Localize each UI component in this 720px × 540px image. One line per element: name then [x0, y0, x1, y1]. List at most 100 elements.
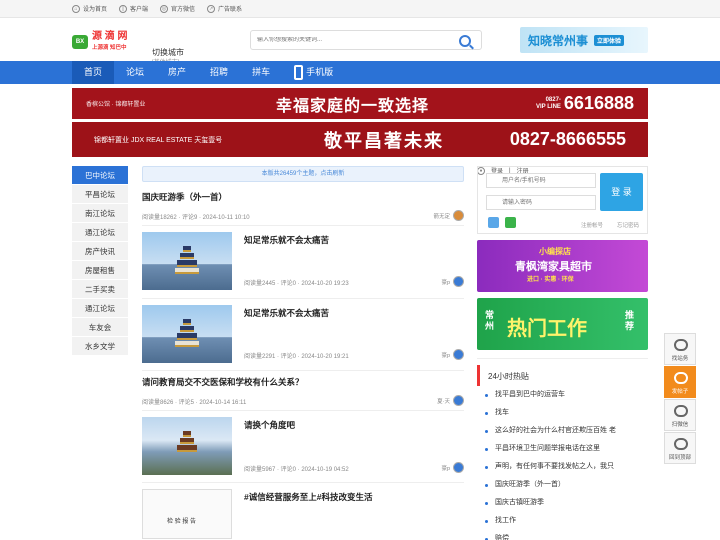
post-author[interactable]: 豪p [441, 276, 464, 287]
nav-forum[interactable]: 论坛 [114, 61, 156, 84]
list-item[interactable]: 找工作 [477, 512, 648, 530]
post-meta: 阅读量18262 · 评论9 · 2024-10-11 10:10 [142, 215, 250, 221]
nav-jobs[interactable]: 招聘 [198, 61, 240, 84]
side-ad-1-line1: 小编探店 [539, 247, 571, 256]
search-input[interactable] [257, 37, 447, 43]
sidebar-item-property-news[interactable]: 房产快讯 [72, 242, 128, 261]
forgot-password-link[interactable]: 忘记密码 [617, 221, 639, 229]
side-ad-2-line1: 常州 [485, 310, 495, 331]
post-author[interactable]: 豪p [441, 349, 464, 360]
ad-icon: ↗ [207, 4, 216, 13]
list-item[interactable]: 声明，有任何事不要找发帖之人，我只 [477, 458, 648, 476]
post-thumbnail[interactable] [142, 417, 232, 475]
client-link[interactable]: ▯ 客户端 [119, 4, 148, 13]
float-scan-wechat[interactable]: 扫微信 [664, 399, 696, 431]
post-author[interactable]: 箭无定 [433, 210, 464, 221]
home-icon: ⌂ [72, 4, 80, 13]
sidebar-item-literature[interactable]: 水乡文学 [72, 337, 128, 356]
register-account-link[interactable]: 注册帐号 [581, 221, 603, 229]
list-item[interactable]: 知足常乐就不会太痛苦 阅读量2445 · 评论0 · 2024-10-20 19… [142, 226, 464, 299]
post-title[interactable]: #诚信经营服务至上#科技改变生活 [244, 491, 372, 503]
refresh-notice[interactable]: 本版共26459个主题，点击刷新 [142, 166, 464, 182]
login-button[interactable]: 登 录 [600, 173, 643, 211]
header-banner[interactable]: 知晓常州事 立即体验 [520, 27, 648, 53]
nav-property[interactable]: 房产 [156, 61, 198, 84]
temple-icon [175, 319, 199, 347]
sidebar-item-car-club[interactable]: 车友会 [72, 318, 128, 337]
wechat-link[interactable]: ◎ 官方微信 [160, 4, 195, 13]
post-title[interactable]: 国庆旺游季（外一首） [142, 191, 227, 203]
post-thumbnail[interactable] [142, 232, 232, 290]
report-title: 检 验 报 告 [167, 519, 197, 525]
main-nav: 首页 论坛 房产 招聘 拼车 手机版 [0, 61, 720, 84]
list-item[interactable]: 请换个角度吧 阅读量5967 · 评论0 · 2024-10-19 04:52 … [142, 411, 464, 483]
post-author[interactable]: 豪p [441, 462, 464, 473]
nav-mobile[interactable]: 手机版 [282, 61, 345, 84]
side-ad-jobs[interactable]: 常州 热门工作 推荐 [477, 298, 648, 350]
list-item[interactable]: 知足常乐就不会太痛苦 阅读量2291 · 评论0 · 2024-10-20 19… [142, 299, 464, 371]
sidebar-item-bazhong[interactable]: 巴中论坛 [72, 166, 128, 185]
side-ad-2-line3: 推荐 [625, 310, 635, 331]
side-ad-1-line3: 进口 · 实惠 · 环保 [527, 277, 574, 283]
ad1-slogan: 幸福家庭的一致选择 [276, 97, 430, 115]
nav-home[interactable]: 首页 [72, 61, 115, 84]
sidebar-item-tongjiang-2[interactable]: 通江论坛 [72, 299, 128, 318]
site-logo[interactable]: BX 源 滴 网上源滴 知巴中 [72, 29, 142, 55]
phone-icon: ▯ [119, 4, 128, 13]
avatar [453, 395, 464, 406]
post-title[interactable]: 知足常乐就不会太痛苦 [244, 307, 329, 319]
banner-ad-1[interactable]: 香槟公馆 · 锦都轩置业 幸福家庭的一致选择 0827- VIP LINE 6616… [72, 88, 648, 119]
logo-name: 源 滴 网 [92, 30, 128, 42]
post-list: 本版共26459个主题，点击刷新 国庆旺游季（外一首） 阅读量18262 · 评… [142, 166, 464, 539]
headset-icon [674, 339, 688, 351]
post-title[interactable]: 请换个角度吧 [244, 419, 295, 431]
sidebar-item-pingchang[interactable]: 平昌论坛 [72, 185, 128, 204]
sidebar-item-nanjiang[interactable]: 南江论坛 [72, 204, 128, 223]
avatar [453, 210, 464, 221]
wechat-login-icon[interactable] [505, 217, 516, 228]
side-ad-store[interactable]: 小编探店 青枫湾家具超市 进口 · 实惠 · 环保 [477, 240, 648, 292]
avatar [453, 276, 464, 287]
float-contact-staff[interactable]: 找站务 [664, 333, 696, 365]
list-item[interactable]: 找平昌到巴中的运营车 [477, 386, 648, 404]
password-field[interactable] [486, 195, 596, 210]
list-item[interactable]: 赔偿 [477, 530, 648, 540]
post-author[interactable]: 夏·天 [437, 395, 464, 406]
list-item[interactable]: 找车 [477, 404, 648, 422]
list-item[interactable]: 平昌环境卫生问题举报电话在这里 [477, 440, 648, 458]
list-item[interactable]: 请问教育局交不交医保和学校有什么关系？ 阅读量8626 · 评论5 · 2024… [142, 371, 464, 411]
sidebar-item-secondhand[interactable]: 二手买卖 [72, 280, 128, 299]
avatar [453, 462, 464, 473]
side-ad-1-line2: 青枫湾家具超市 [515, 261, 592, 273]
username-field[interactable] [486, 173, 596, 188]
list-item[interactable]: 这么好的社会为什么村官还欺压百姓 老 [477, 422, 648, 440]
qq-icon[interactable] [488, 217, 499, 228]
ad-contact-link[interactable]: ↗ 广告联系 [207, 4, 242, 13]
nav-carpool[interactable]: 拼车 [240, 61, 282, 84]
ad2-phone: 0827-8666555 [509, 129, 626, 149]
top-bar: ⌂ 设为首页 ▯ 客户端 ◎ 官方微信 ↗ 广告联系 ● 登录 | 注册 [0, 0, 720, 175]
post-meta: 阅读量5967 · 评论0 · 2024-10-19 04:52 [244, 467, 349, 473]
login-panel: 登 录 注册帐号 忘记密码 [477, 166, 648, 234]
right-column: 登 录 注册帐号 忘记密码 小编探店 青枫湾家具超市 进口 · 实惠 · 环保 … [477, 166, 648, 540]
banner-ad-2[interactable]: 锦都轩置业 JDX REAL ESTATE 天玺壹号 敬平昌著未来 0827-8… [72, 122, 648, 157]
sidebar-item-tongjiang[interactable]: 通江论坛 [72, 223, 128, 242]
post-title[interactable]: 请问教育局交不交医保和学校有什么关系？ [142, 376, 304, 388]
float-new-post[interactable]: 发帖子 [664, 366, 696, 398]
list-item[interactable]: 国庆旺游季（外一首） 阅读量18262 · 评论9 · 2024-10-11 1… [142, 182, 464, 226]
list-item[interactable]: 国庆古镇旺游季 [477, 494, 648, 512]
post-title[interactable]: 知足常乐就不会太痛苦 [244, 234, 329, 246]
post-meta: 阅读量8626 · 评论5 · 2024-10-14 16:11 [142, 400, 247, 406]
post-thumbnail[interactable] [142, 305, 232, 363]
avatar [453, 349, 464, 360]
logo-subtitle: 上源滴 知巴中 [92, 44, 127, 51]
search-icon[interactable] [459, 35, 471, 47]
set-homepage-link[interactable]: ⌂ 设为首页 [72, 4, 107, 13]
post-thumbnail[interactable]: 检 验 报 告 [142, 489, 232, 539]
list-item[interactable]: 国庆旺游季（外一首） [477, 476, 648, 494]
forum-sidebar: 巴中论坛 平昌论坛 南江论坛 通江论坛 房产快讯 房屋租售 二手买卖 通江论坛 … [72, 166, 128, 356]
float-back-to-top[interactable]: 回到顶部 [664, 432, 696, 464]
list-item[interactable]: 检 验 报 告 #诚信经营服务至上#科技改变生活 [142, 483, 464, 539]
header-banner-tag: 立即体验 [594, 34, 625, 46]
sidebar-item-rentals[interactable]: 房屋租售 [72, 261, 128, 280]
